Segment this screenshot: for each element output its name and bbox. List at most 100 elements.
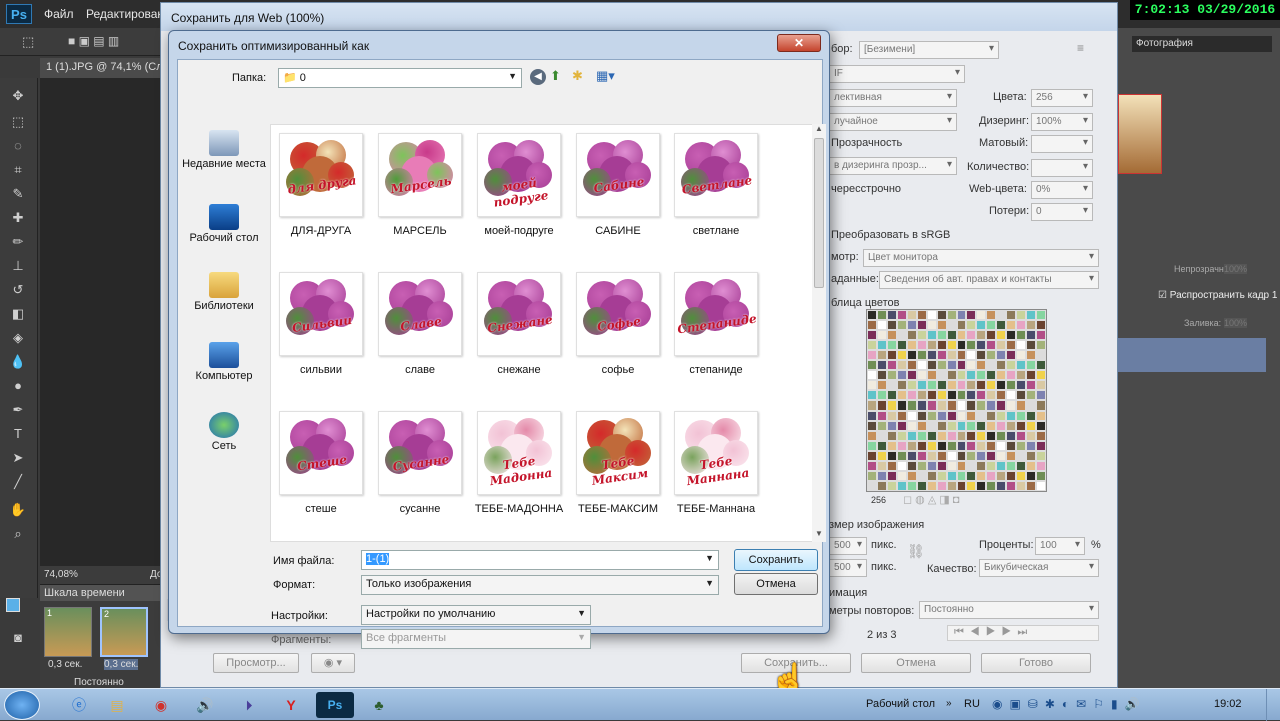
color-swatch[interactable] [956,460,967,471]
color-swatch[interactable] [1036,470,1046,481]
color-swatch[interactable] [936,380,947,391]
format-select[interactable]: IF [829,65,965,83]
color-swatch[interactable] [876,440,887,451]
selected-layer-row[interactable] [1118,338,1266,372]
amount-select[interactable] [1031,159,1093,177]
color-swatch[interactable] [1036,460,1046,471]
color-swatch[interactable] [946,470,957,481]
color-swatch[interactable] [996,460,1007,471]
color-swatch[interactable] [867,450,877,461]
stamp-tool-icon[interactable]: ⊥ [8,258,28,276]
color-swatch[interactable] [916,320,927,331]
color-swatch[interactable] [1026,390,1037,401]
color-swatch[interactable] [996,360,1007,371]
preview-button[interactable]: Просмотр... [213,653,299,673]
settings-select[interactable]: Настройки по умолчанию ▼ [361,605,591,625]
color-swatch[interactable] [956,390,967,401]
color-swatch[interactable] [867,350,877,361]
color-swatch[interactable] [876,470,887,481]
transparency-checkbox[interactable]: Прозрачность [831,137,902,149]
color-swatch[interactable] [886,420,897,431]
color-table-grid[interactable] [866,309,1047,492]
color-swatch[interactable] [976,450,987,461]
folder-select[interactable]: 📁 0 ▼ [278,68,522,88]
color-swatch[interactable] [867,400,877,411]
color-swatch[interactable] [926,450,937,461]
place-libraries[interactable]: Библиотеки [180,272,268,332]
color-swatch[interactable] [966,430,977,441]
color-swatch[interactable] [946,350,957,361]
color-swatch[interactable] [936,480,947,491]
move-tool-icon[interactable]: ✥ [8,88,28,106]
transparency-dither-select[interactable]: в дизеринга прозр... [829,157,957,175]
color-swatch[interactable] [1016,470,1027,481]
color-swatch[interactable] [1026,460,1037,471]
color-swatch[interactable] [1006,320,1017,331]
animation-controls-icon[interactable]: ⏮◀▶▶⏭ [947,625,1099,641]
color-swatch[interactable] [886,380,897,391]
new-folder-icon[interactable]: ✱ [572,68,583,84]
file-thumbnail[interactable]: моей подруге [477,133,561,217]
color-swatch[interactable] [966,390,977,401]
color-swatch[interactable] [896,440,907,451]
file-thumbnail[interactable]: Светлане [674,133,758,217]
marquee-tool-icon[interactable]: ⬚ [8,114,28,132]
line-tool-icon[interactable]: ╱ [8,474,28,492]
width-field[interactable]: 500 [829,537,867,555]
photoshop-taskbar-icon[interactable]: Ps [316,692,354,718]
color-swatch[interactable] [1026,380,1037,391]
color-swatch[interactable] [876,380,887,391]
color-swatch[interactable] [966,350,977,361]
color-swatch[interactable] [976,440,987,451]
dither-select[interactable]: 100% [1031,113,1093,131]
color-swatch[interactable] [1026,360,1037,371]
color-swatch[interactable] [986,420,997,431]
color-swatch[interactable] [916,440,927,451]
color-swatch[interactable] [1036,320,1046,331]
show-desktop-button[interactable] [1266,689,1280,721]
color-swatch[interactable] [916,370,927,381]
color-swatch[interactable] [926,360,937,371]
color-swatch[interactable] [876,420,887,431]
color-swatch[interactable] [946,340,957,351]
color-swatch[interactable] [896,310,907,321]
color-swatch[interactable] [906,340,917,351]
color-table-actions-icon[interactable]: ◻ ◍ ◬ ◨ ◘ [903,493,959,506]
tray-icons[interactable]: ◉▣⛁✱◐✉⚐▮🔊 [992,697,1147,711]
eraser-tool-icon[interactable]: ◧ [8,306,28,324]
zoom-level[interactable]: 74,08% [44,569,78,580]
color-swatch[interactable] [1036,450,1046,461]
color-swatch[interactable] [976,340,987,351]
start-button[interactable] [4,690,40,720]
dither-algorithm-select[interactable]: лучайное [829,113,957,131]
file-list-scrollbar[interactable]: ▲ ▼ [812,124,826,542]
color-swatch[interactable] [896,390,907,401]
preview-select[interactable]: Цвет монитора [863,249,1099,267]
color-swatch[interactable] [996,320,1007,331]
color-swatch[interactable] [886,480,897,491]
color-swatch[interactable] [1026,420,1037,431]
file-thumbnail[interactable]: Сабине [576,133,660,217]
color-swatch[interactable] [1036,340,1046,351]
color-swatch[interactable] [966,360,977,371]
media-player-icon[interactable]: 🔊 [186,692,224,718]
file-thumbnail[interactable]: Славе [378,272,462,356]
color-swatch[interactable] [1026,470,1037,481]
color-swatch[interactable] [1016,320,1027,331]
color-swatch[interactable] [1016,460,1027,471]
color-swatch[interactable] [996,340,1007,351]
blur-tool-icon[interactable]: 💧 [8,354,28,372]
color-swatch[interactable] [956,480,967,491]
file-name[interactable]: снежане [469,364,569,376]
color-swatch[interactable] [996,440,1007,451]
color-swatch[interactable] [946,450,957,461]
color-swatch[interactable] [916,390,927,401]
yandex-browser-icon[interactable]: Y [272,692,310,718]
color-swatch[interactable] [876,410,887,421]
color-swatch[interactable] [936,400,947,411]
file-name[interactable]: светлане [666,225,766,237]
color-swatch[interactable] [926,410,937,421]
color-swatch[interactable] [926,390,937,401]
color-swatch[interactable] [1016,370,1027,381]
color-swatch[interactable] [876,350,887,361]
